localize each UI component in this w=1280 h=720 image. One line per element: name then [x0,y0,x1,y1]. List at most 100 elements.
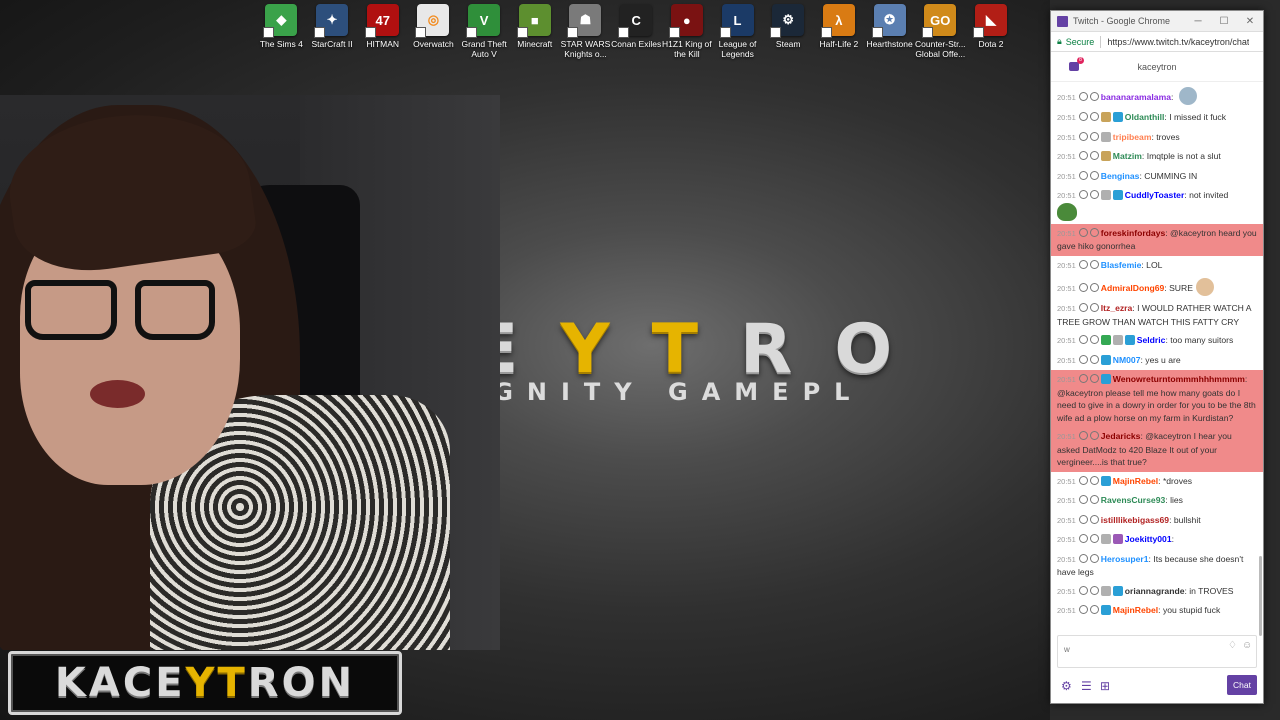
message-username[interactable]: oriannagrande [1125,586,1185,596]
ban-icon[interactable] [1089,475,1099,485]
message-username[interactable]: Blasfemie [1101,260,1142,270]
desktop-shortcut[interactable]: ◣ Dota 2 [966,4,1017,59]
timeout-icon[interactable] [1078,92,1088,101]
desktop-shortcut[interactable]: ■ Minecraft [509,4,560,59]
gift-icon[interactable]: ⊞ [1100,679,1110,693]
ban-icon[interactable] [1089,374,1099,383]
ban-icon[interactable] [1089,112,1099,121]
chat-input-value[interactable]: w [1064,645,1070,654]
message-username[interactable]: MajinRebel [1113,476,1158,486]
message-username[interactable]: Matzim [1113,151,1142,161]
ban-icon[interactable] [1089,151,1099,160]
sub-badge-icon[interactable] [1100,475,1111,486]
viewer-list-icon[interactable]: ☰ [1081,679,1092,693]
ban-icon[interactable] [1089,605,1099,614]
desktop-shortcut[interactable]: 47 HITMAN [357,4,408,59]
emote-icon[interactable] [1195,278,1214,296]
bits-badge-icon[interactable] [1100,190,1111,200]
ban-icon[interactable] [1089,131,1099,141]
timeout-icon[interactable] [1078,335,1088,344]
chat-scrollbar[interactable] [1259,556,1262,636]
message-username[interactable]: RavensCurse93 [1101,495,1166,505]
bits-icon[interactable]: ♢ [1228,640,1237,651]
ban-icon[interactable] [1089,190,1099,199]
bits-badge-icon[interactable] [1112,335,1123,345]
bits-badge-icon[interactable] [1100,534,1111,544]
desktop-shortcut[interactable]: ☗ STAR WARS Knights o... [560,4,611,59]
message-username[interactable]: AdmiralDong69 [1101,283,1165,293]
ban-icon[interactable] [1089,495,1099,504]
desktop-shortcut[interactable]: ◆ The Sims 4 [256,4,307,59]
timeout-icon[interactable] [1078,553,1088,563]
timeout-icon[interactable] [1078,605,1088,614]
message-username[interactable]: Seldric [1137,335,1166,345]
ban-icon[interactable] [1089,170,1099,180]
chat-input[interactable]: w ♢ ☺ [1057,635,1257,668]
timeout-icon[interactable] [1078,190,1088,199]
message-username[interactable]: foreskinfordays [1101,228,1165,238]
message-username[interactable]: istilllikebigass69 [1101,515,1169,525]
mod2-badge-icon[interactable] [1100,335,1111,345]
sub-badge-icon[interactable] [1100,374,1111,384]
timeout-icon[interactable] [1078,534,1088,543]
prime-badge-icon[interactable] [1112,534,1123,544]
message-username[interactable]: Oldanthill [1125,112,1165,122]
close-icon[interactable]: ✕ [1237,16,1263,27]
sub-badge-icon[interactable] [1112,585,1123,596]
sub-badge-icon[interactable] [1100,354,1111,365]
timeout-icon[interactable] [1078,170,1088,180]
ban-icon[interactable] [1089,354,1099,364]
message-username[interactable]: MajinRebel [1113,605,1158,615]
bits-badge-icon[interactable] [1100,131,1111,142]
timeout-icon[interactable] [1078,283,1088,292]
timeout-icon[interactable] [1078,585,1088,595]
timeout-icon[interactable] [1078,131,1088,141]
message-username[interactable]: bananaramalama [1101,92,1171,102]
message-username[interactable]: Joekitty001 [1125,534,1172,544]
timeout-icon[interactable] [1078,227,1088,237]
desktop-shortcut[interactable]: V Grand Theft Auto V [459,4,510,59]
gold-badge-icon[interactable] [1100,151,1111,161]
message-username[interactable]: Itz_ezra [1101,303,1133,313]
gold-badge-icon[interactable] [1100,112,1111,122]
message-username[interactable]: Benginas [1101,171,1140,181]
ban-icon[interactable] [1089,514,1099,524]
message-username[interactable]: tripibeam [1113,132,1152,142]
message-username[interactable]: Jedaricks [1101,431,1141,441]
desktop-shortcut[interactable]: ⚙ Steam [763,4,814,59]
minimize-icon[interactable]: ─ [1185,16,1211,27]
ban-icon[interactable] [1089,259,1099,269]
ban-icon[interactable] [1089,534,1099,543]
message-username[interactable]: Herosuper1 [1101,554,1149,564]
window-titlebar[interactable]: Twitch - Google Chrome ─ ☐ ✕ [1051,11,1263,32]
desktop-shortcut[interactable]: GO Counter-Str... Global Offe... [915,4,966,59]
ban-icon[interactable] [1089,303,1099,312]
ban-icon[interactable] [1089,431,1099,440]
message-username[interactable]: NM007 [1113,355,1141,365]
maximize-icon[interactable]: ☐ [1211,16,1237,27]
emote-icon[interactable]: ☺ [1242,640,1252,651]
ban-icon[interactable] [1089,227,1099,237]
timeout-icon[interactable] [1078,259,1088,269]
settings-gear-icon[interactable]: ⚙ [1061,679,1072,693]
desktop-shortcut[interactable]: λ Half-Life 2 [814,4,865,59]
bits-badge-icon[interactable] [1100,585,1111,596]
ban-icon[interactable] [1089,283,1099,292]
desktop-shortcut[interactable]: ✪ Hearthstone [864,4,915,59]
timeout-icon[interactable] [1078,354,1088,364]
timeout-icon[interactable] [1078,303,1088,312]
desktop-shortcut[interactable]: ● H1Z1 King of the Kill [662,4,713,59]
timeout-icon[interactable] [1078,374,1088,383]
timeout-icon[interactable] [1078,475,1088,485]
timeout-icon[interactable] [1078,495,1088,504]
timeout-icon[interactable] [1078,514,1088,524]
sub-badge-icon[interactable] [1112,112,1123,122]
ban-icon[interactable] [1089,335,1099,344]
ban-icon[interactable] [1089,553,1099,563]
address-bar[interactable]: 🔒︎ Secure https://www.twitch.tv/kaceytro… [1051,32,1263,52]
url-text[interactable]: https://www.twitch.tv/kaceytron/chat [1107,37,1249,47]
desktop-shortcut[interactable]: L League of Legends [712,4,763,59]
emote-icon[interactable] [1178,87,1197,105]
timeout-icon[interactable] [1078,151,1088,160]
message-username[interactable]: CuddlyToaster [1125,190,1185,200]
